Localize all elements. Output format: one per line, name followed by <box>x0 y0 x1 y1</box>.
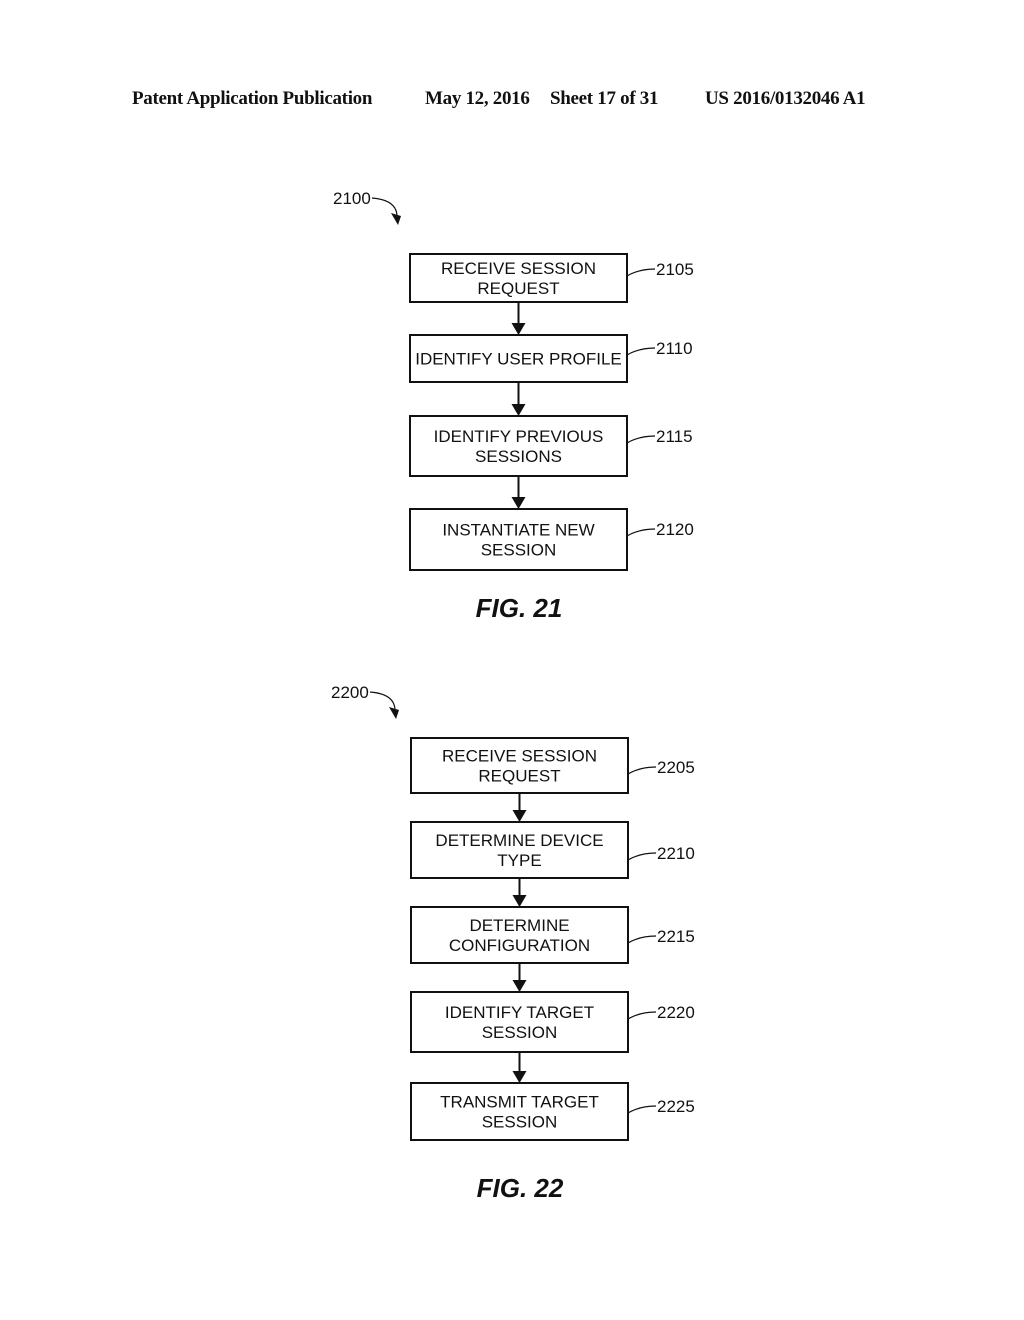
figure-reference-number: 2100 <box>333 189 371 208</box>
flowchart-canvas: 2100RECEIVE SESSIONREQUEST2105IDENTIFY U… <box>331 189 695 1203</box>
step-label-line: SESSION <box>482 1023 558 1042</box>
step-label-line: IDENTIFY TARGET <box>445 1003 594 1022</box>
step-label-line: REQUEST <box>478 767 560 786</box>
flow-arrowhead-icon <box>511 404 526 416</box>
step-box <box>409 508 628 571</box>
step-label-line: TRANSMIT TARGET <box>440 1093 599 1112</box>
step-label-line: RECEIVE SESSION <box>442 747 597 766</box>
flow-arrowhead-icon <box>512 1071 527 1083</box>
step-box <box>409 415 628 477</box>
figure-label: FIG. 21 <box>476 593 563 623</box>
step-reference-number: 2115 <box>656 427 693 446</box>
flow-arrowhead-icon <box>512 895 527 907</box>
step-leader-line <box>627 1105 657 1114</box>
step-leader-line <box>626 268 656 277</box>
step-label-line: CONFIGURATION <box>449 936 590 955</box>
flow-step: IDENTIFY TARGETSESSION 2220 <box>410 991 695 1083</box>
step-leader-line <box>626 435 656 444</box>
flow-step: TRANSMIT TARGETSESSION 2225 <box>410 1082 695 1141</box>
step-reference-number: 2220 <box>657 1003 695 1022</box>
step-label-line: TYPE <box>497 851 541 870</box>
flow-step: IDENTIFY USER PROFILE 2110 <box>409 334 693 416</box>
flow-arrowhead-icon <box>512 810 527 822</box>
step-leader-line <box>627 852 657 861</box>
step-leader-line <box>627 1011 657 1020</box>
figure-label: FIG. 22 <box>477 1173 564 1203</box>
step-reference-number: 2210 <box>657 844 695 863</box>
step-reference-number: 2110 <box>656 339 693 358</box>
flow-step: INSTANTIATE NEWSESSION 2120 <box>409 508 694 571</box>
step-label-line: RECEIVE SESSION <box>441 259 596 278</box>
step-box <box>410 991 629 1053</box>
step-label-line: IDENTIFY PREVIOUS <box>434 427 604 446</box>
fig22-group: 2200 RECEIVE SESSIONREQUEST 2205 DETERMINE … <box>331 683 695 1203</box>
step-label-line: IDENTIFY USER PROFILE <box>415 350 622 369</box>
step-leader-line <box>627 935 657 944</box>
flow-step: DETERMINECONFIGURATION 2215 <box>410 906 695 992</box>
step-label-line: SESSION <box>482 1113 558 1132</box>
step-leader-line <box>626 347 656 356</box>
step-label-line: INSTANTIATE NEW <box>442 521 594 540</box>
step-leader-line <box>626 528 656 537</box>
reference-arrowhead-icon <box>389 707 399 719</box>
reference-arrowhead-icon <box>391 213 401 225</box>
step-reference-number: 2205 <box>657 758 695 777</box>
step-reference-number: 2215 <box>657 927 695 946</box>
step-label-line: SESSIONS <box>475 447 562 466</box>
flow-step: RECEIVE SESSIONREQUEST 2205 <box>410 737 695 822</box>
step-leader-line <box>627 766 657 775</box>
step-label-line: DETERMINE <box>469 916 569 935</box>
flow-step: DETERMINE DEVICETYPE 2210 <box>410 821 695 907</box>
step-label-line: SESSION <box>481 541 557 560</box>
step-reference-number: 2120 <box>656 520 694 539</box>
step-label-line: DETERMINE DEVICE <box>435 831 603 850</box>
flow-step: RECEIVE SESSIONREQUEST 2105 <box>409 253 694 335</box>
step-reference-number: 2105 <box>656 260 694 279</box>
figure-reference-number: 2200 <box>331 683 369 702</box>
step-label-line: REQUEST <box>477 279 559 298</box>
step-reference-number: 2225 <box>657 1097 695 1116</box>
flow-arrowhead-icon <box>511 497 526 509</box>
flow-arrowhead-icon <box>512 980 527 992</box>
flow-step: IDENTIFY PREVIOUSSESSIONS 2115 <box>409 415 693 509</box>
flow-arrowhead-icon <box>511 323 526 335</box>
fig21-group: 2100 RECEIVE SESSIONREQUEST 2105 IDENTIFY U… <box>333 189 694 623</box>
